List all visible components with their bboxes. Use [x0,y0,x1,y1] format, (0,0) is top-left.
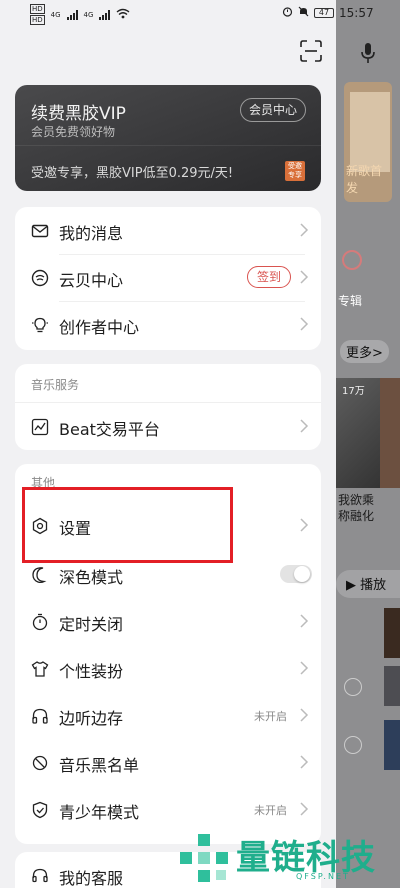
moon-icon [31,566,49,584]
vip-card[interactable]: 续费黑胶VIP 会员免费领好物 会员中心 受邀专享，黑胶VIP低至0.29元/天… [15,85,321,191]
menu-item-label: 深色模式 [59,568,124,587]
play-all-button[interactable]: ▶ 播放 [336,570,400,598]
watermark-subtext: QFSP.NET [296,872,350,881]
net2-label: 4G [83,10,94,19]
play-count: 17万 [342,386,365,397]
menu-item-cloud-coin[interactable]: 云贝中心 签到 [15,254,321,301]
toggle-knob [294,566,310,582]
menu-item-label: 边听边存 [59,709,124,728]
menu-item-label: 创作者中心 [59,318,140,337]
play-circle-icon[interactable] [344,678,362,696]
chart-icon [31,418,49,436]
member-center-button[interactable]: 会员中心 [240,98,306,122]
highlight-box [22,487,233,563]
shirt-icon [31,660,49,678]
menu-item-label: 我的客服 [59,869,124,888]
menu-item-label: 个性装扮 [59,662,124,681]
menu-item-music-blacklist[interactable]: 音乐黑名单 [15,739,321,786]
chevron-right-icon [299,754,309,770]
status-bar: HD HD 4G 4G 47 15:57 [0,0,374,28]
vip-promo-text: 受邀专享，黑胶VIP低至0.29元/天! [31,166,234,181]
more-button[interactable]: 更多> [340,340,389,363]
chevron-right-icon [299,613,309,629]
chevron-right-icon [299,222,309,238]
menu-item-label: 青少年模式 [59,803,140,822]
play-circle-icon[interactable] [344,736,362,754]
status-note: 未开启 [254,804,287,817]
menu-item-label: 我的消息 [59,224,124,243]
mute-icon [298,6,309,20]
signal-icon [66,9,78,20]
net1-label: 4G [50,10,61,19]
headphones-icon [31,707,49,725]
menu-card-music-services: 音乐服务 Beat交易平台 [15,364,321,450]
sign-in-button[interactable]: 签到 [247,266,291,288]
wifi-icon [116,8,130,22]
song-cover-3[interactable] [384,720,400,770]
chevron-right-icon [299,707,309,723]
play-label: 播放 [360,578,387,593]
signal-icon [99,9,111,20]
menu-item-creator-center[interactable]: 创作者中心 [15,301,321,348]
microphone-icon[interactable] [360,42,376,64]
battery-icon: 47 [314,8,334,18]
vip-divider [15,145,321,146]
block-icon [31,754,49,772]
watermark: 量链科技 QFSP.NET [178,828,400,888]
scan-icon[interactable] [300,40,322,62]
timer-icon [31,613,49,631]
chevron-right-icon [299,517,309,533]
album-tab-label[interactable]: 专辑 [338,292,400,309]
song-cover-2[interactable] [384,666,400,706]
chevron-right-icon [299,269,309,285]
clock: 15:57 [339,6,374,20]
section-title: 音乐服务 [31,378,80,392]
headset-icon [31,867,49,885]
background-app: 新歌首发 专辑 更多> 17万 我欲乘 称融化 ▶ 播放 [336,0,400,888]
coin-icon [31,269,49,287]
menu-item-label: Beat交易平台 [59,420,160,439]
side-drawer: HD HD 4G 4G 47 15:57 续费黑胶VIP 会员免费领好物 会员中… [0,0,374,888]
watermark-logo-icon [180,834,228,882]
bulb-icon [31,316,49,334]
chevron-right-icon [299,660,309,676]
menu-item-label: 云贝中心 [59,271,124,290]
menu-item-themes[interactable]: 个性装扮 [15,645,321,692]
album-tab-icon [342,250,362,270]
status-note: 未开启 [254,710,287,723]
invite-tag: 受邀专享 [285,161,305,181]
menu-item-teen-mode[interactable]: 青少年模式 未开启 [15,786,321,833]
alarm-icon [282,6,293,20]
menu-item-label: 定时关闭 [59,615,124,634]
menu-item-listen-save[interactable]: 边听边存 未开启 [15,692,321,739]
vip-title: 续费黑胶VIP [31,104,126,124]
album-cover[interactable]: 新歌首发 [344,82,392,202]
sim1-label: HD [30,4,45,14]
mail-icon [31,222,49,240]
shield-icon [31,801,49,819]
chevron-right-icon [299,316,309,332]
sim2-label: HD [30,15,45,25]
menu-item-messages[interactable]: 我的消息 [15,207,321,254]
menu-item-label: 音乐黑名单 [59,756,140,775]
menu-card-main: 我的消息 云贝中心 签到 创作者中心 [15,207,321,350]
menu-item-beat-platform[interactable]: Beat交易平台 [15,403,321,450]
menu-item-sleep-timer[interactable]: 定时关闭 [15,598,321,645]
song-cover-1[interactable] [384,608,400,658]
playlist-title: 我欲乘 称融化 [338,493,375,523]
chevron-right-icon [299,801,309,817]
chevron-right-icon [299,418,309,434]
dark-mode-toggle[interactable] [280,565,312,583]
album-caption: 新歌首发 [346,164,383,195]
vip-subtitle: 会员免费领好物 [31,125,116,139]
